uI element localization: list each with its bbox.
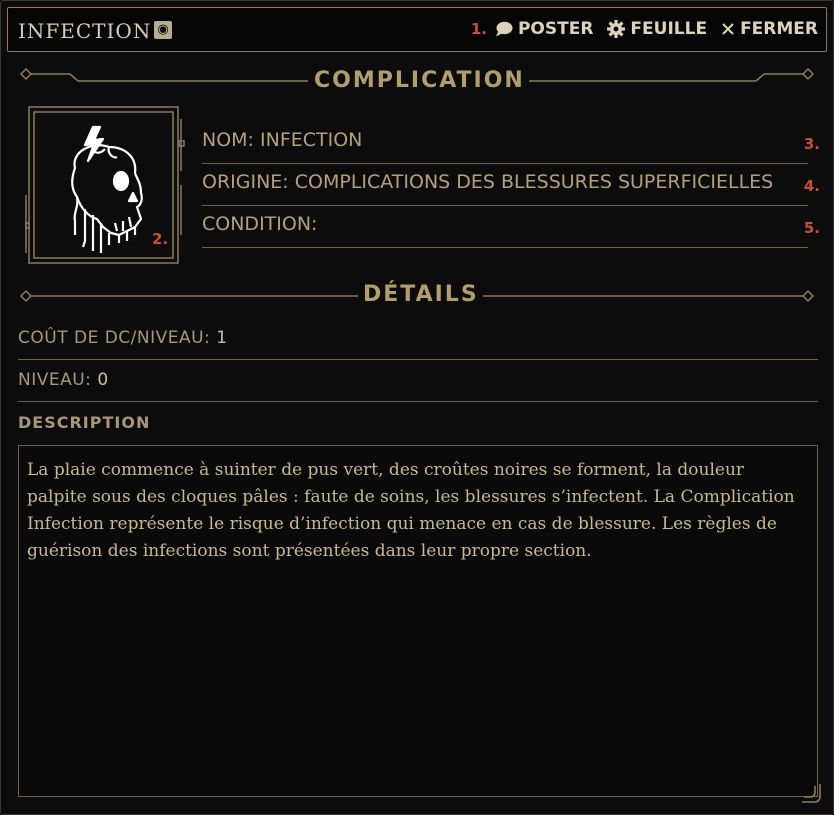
dc-cost-label: COÛT DE DC/NIVEAU: xyxy=(18,328,211,348)
dc-cost-row[interactable]: COÛT DE DC/NIVEAU: 1 xyxy=(18,318,818,360)
annotation-marker-2: 2. xyxy=(152,230,169,248)
sheet-button[interactable]: FEUILLE xyxy=(607,19,707,39)
level-label: NIVEAU: xyxy=(18,370,92,390)
window-title: INFECTION xyxy=(18,19,152,43)
details-section-title: DÉTAILS xyxy=(359,282,483,307)
name-field-text: NOM: INFECTION xyxy=(202,129,363,151)
complication-section-title: COMPLICATION xyxy=(310,68,529,93)
description-label: DESCRIPTION xyxy=(18,413,151,432)
resize-handle-icon[interactable] xyxy=(800,782,822,804)
post-button[interactable]: POSTER xyxy=(495,19,593,39)
post-label: POSTER xyxy=(517,19,594,39)
description-text: La plaie commence à suinter de pus vert,… xyxy=(27,460,795,561)
globe-icon[interactable]: ◉ xyxy=(154,21,172,39)
complication-window: INFECTION ◉ 1. POSTER FEUILLE FERMER COM… xyxy=(0,0,834,815)
origin-field-text: ORIGINE: COMPLICATIONS DES BLESSURES SUP… xyxy=(202,171,774,193)
close-icon xyxy=(722,23,734,35)
window-header[interactable]: INFECTION ◉ 1. POSTER FEUILLE FERMER xyxy=(7,7,827,52)
annotation-marker-3: 3. xyxy=(803,135,820,153)
header-actions: 1. POSTER FEUILLE FERMER xyxy=(471,19,818,39)
condition-field-text: CONDITION: xyxy=(202,213,318,235)
gear-icon xyxy=(607,20,626,38)
origin-field[interactable]: ORIGINE: COMPLICATIONS DES BLESSURES SUP… xyxy=(202,165,820,206)
annotation-marker-1: 1. xyxy=(470,20,487,38)
dc-cost-value: 1 xyxy=(216,328,228,348)
sheet-label: FEUILLE xyxy=(630,19,708,39)
skull-icon xyxy=(71,125,143,253)
annotation-marker-4: 4. xyxy=(803,177,820,195)
description-textarea[interactable]: La plaie commence à suinter de pus vert,… xyxy=(18,445,818,797)
annotation-marker-5: 5. xyxy=(803,219,820,237)
name-field[interactable]: NOM: INFECTION 3. xyxy=(202,123,820,164)
complication-portrait[interactable]: 2. xyxy=(24,105,187,265)
condition-field[interactable]: CONDITION: 5. xyxy=(202,207,820,248)
level-value: 0 xyxy=(97,370,109,390)
close-label: FERMER xyxy=(740,19,818,39)
level-row[interactable]: NIVEAU: 0 xyxy=(18,360,818,402)
chat-bubble-icon xyxy=(495,21,513,37)
close-button[interactable]: FERMER xyxy=(721,19,818,39)
